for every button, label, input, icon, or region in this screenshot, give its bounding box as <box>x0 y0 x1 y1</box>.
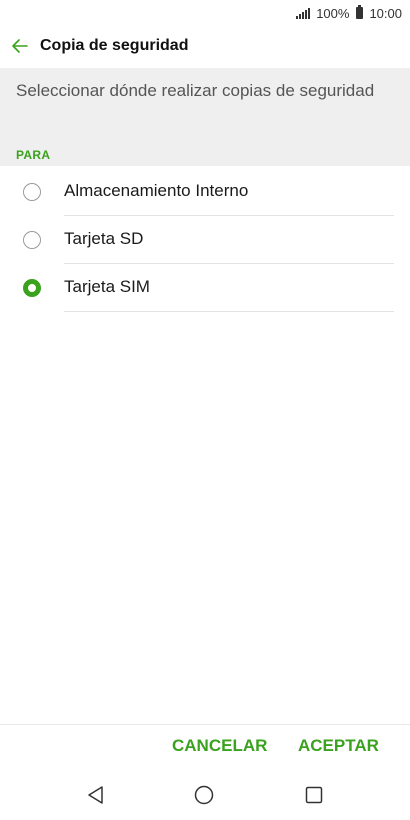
dialog-actions: CANCELAR ACEPTAR <box>0 732 410 766</box>
nav-home-icon <box>194 785 214 805</box>
nav-recent-apps-icon <box>305 786 323 804</box>
accept-button[interactable]: ACEPTAR <box>298 736 379 756</box>
status-bar: 100% 10:00 <box>0 0 410 26</box>
section-label: PARA <box>16 148 51 162</box>
app-bar: Copia de seguridad <box>0 26 410 66</box>
nav-recent-apps-button[interactable] <box>299 780 329 810</box>
nav-back-button[interactable] <box>81 780 111 810</box>
battery-icon <box>356 5 364 19</box>
nav-back-icon <box>88 786 103 804</box>
cancel-button[interactable]: CANCELAR <box>172 736 267 756</box>
nav-home-button[interactable] <box>189 780 219 810</box>
clock: 10:00 <box>369 5 402 21</box>
page-title: Copia de seguridad <box>40 37 189 54</box>
back-button[interactable] <box>0 26 40 66</box>
divider <box>0 724 410 725</box>
option-sd-card[interactable]: Tarjeta SD <box>0 216 410 264</box>
option-internal-storage[interactable]: Almacenamiento Interno <box>0 168 410 216</box>
option-label: Tarjeta SIM <box>64 277 150 296</box>
option-label: Almacenamiento Interno <box>64 181 249 200</box>
option-sim-card[interactable]: Tarjeta SIM <box>0 264 410 312</box>
radio-button-sd-card[interactable] <box>23 231 41 249</box>
divider <box>64 311 394 312</box>
radio-button-sim-card[interactable] <box>23 279 41 297</box>
signal-icon <box>296 7 311 19</box>
battery-percentage: 100% <box>316 5 350 21</box>
arrow-left-icon <box>12 39 28 53</box>
header-description: Seleccionar dónde realizar copias de seg… <box>16 81 375 100</box>
option-label: Tarjeta SD <box>64 229 144 248</box>
header-panel: Seleccionar dónde realizar copias de seg… <box>0 68 410 166</box>
navigation-bar <box>0 770 410 820</box>
radio-button-internal-storage[interactable] <box>23 183 41 201</box>
option-list: Almacenamiento Interno Tarjeta SD Tarjet… <box>0 168 410 312</box>
